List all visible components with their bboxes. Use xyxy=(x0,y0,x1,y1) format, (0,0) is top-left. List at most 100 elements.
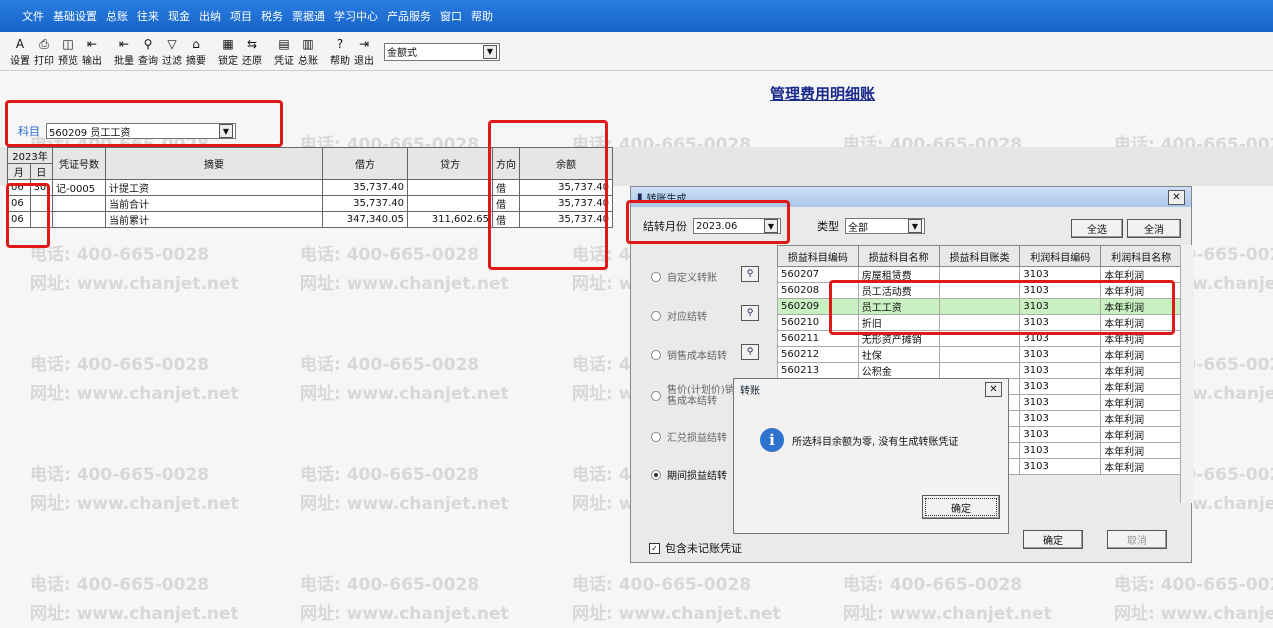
radio-button[interactable] xyxy=(651,431,661,442)
toolbar-button[interactable]: ▦ 锁定 xyxy=(216,37,240,67)
column-header[interactable]: 损益科目名称 xyxy=(857,245,940,267)
rows-highlight-box xyxy=(829,280,1175,335)
transfer-option-label: 销售成本结转 xyxy=(667,351,727,362)
toolbar-button-label: 过滤 xyxy=(162,55,182,67)
toolbar-button[interactable]: ⚲ 查询 xyxy=(136,37,160,67)
filter-icon: ▽ xyxy=(167,36,177,51)
cell-pname: 本年利润 xyxy=(1100,346,1182,363)
column-header[interactable]: 损益科目编码 xyxy=(777,245,859,267)
cell-pcode: 3103 xyxy=(1019,442,1102,459)
search-icon[interactable]: ⚲ xyxy=(741,344,759,360)
column-header[interactable]: 损益科目账类 xyxy=(938,245,1021,267)
transfer-option[interactable]: 期间损益结转 xyxy=(651,467,727,482)
message-box-title-bar: 转账 xyxy=(734,379,1008,399)
toolbar-button-label: 批量 xyxy=(114,55,134,67)
watermark-site: 网址: www.chanjet.net xyxy=(1114,604,1273,624)
cell-name: 社保 xyxy=(857,346,940,363)
toolbar-button-label: 摘要 xyxy=(186,55,206,67)
toolbar-button[interactable]: A 设置 xyxy=(8,37,32,67)
menu-item[interactable]: 文件 xyxy=(22,8,44,24)
search-icon[interactable]: ⚲ xyxy=(741,305,759,321)
watermark-phone: 电话: 400-665-0028 xyxy=(843,575,1023,595)
print-icon: ⎙ xyxy=(39,36,49,51)
message-ok-button[interactable]: 确定 xyxy=(922,495,1000,519)
transfer-option[interactable]: 售价(计划价)销售成本结转 xyxy=(651,385,737,407)
transfer-option[interactable]: 汇兑损益结转 xyxy=(651,429,727,444)
radio-button[interactable] xyxy=(651,349,661,360)
column-header[interactable]: 利润科目编码 xyxy=(1019,245,1102,267)
radio-button[interactable] xyxy=(651,391,661,401)
cell-summary: 当前累计 xyxy=(105,211,323,228)
table-row[interactable]: 560212 社保 3103 本年利润 xyxy=(777,346,1182,363)
transfer-option[interactable]: 自定义转账 xyxy=(651,269,717,284)
ok-button[interactable]: 确定 xyxy=(1023,530,1083,549)
cell-voucher xyxy=(52,211,106,228)
cell-voucher xyxy=(52,195,106,212)
month-header: 月 xyxy=(7,163,31,180)
toolbar: A 设置 ⎙ 打印 ◫ 预览 ⇤ 输出 ⇤ 批量 ⚲ 查询 ▽ 过滤 ⌂ 摘要 ▦ 锁定 ⇆ 还原 ▤ 凭证 ▥ 总账? 帮助 ⇥… xyxy=(0,33,1273,71)
watermark-site: 网址: www.chanjet.net xyxy=(300,494,509,514)
toolbar-button[interactable]: ◫ 预览 xyxy=(56,37,80,67)
toolbar-button[interactable]: ? 帮助 xyxy=(328,37,352,67)
close-icon[interactable]: ✕ xyxy=(1168,190,1185,205)
toolbar-button[interactable]: ⇆ 还原 xyxy=(240,37,264,67)
radio-button[interactable] xyxy=(651,469,661,480)
type-select-value: 全部 xyxy=(848,222,868,234)
transfer-option[interactable]: 销售成本结转 xyxy=(651,347,727,362)
toolbar-button[interactable]: ⇤ 批量 xyxy=(112,37,136,67)
type-select[interactable]: 全部 ▼ xyxy=(845,218,925,234)
toolbar-button[interactable]: ⎙ 打印 xyxy=(32,37,56,67)
export-icon: ⇤ xyxy=(86,36,98,51)
transfer-option-label: 汇兑损益结转 xyxy=(667,433,727,444)
preview-icon: ◫ xyxy=(62,36,74,51)
format-select[interactable]: 金额式 ▼ xyxy=(384,42,500,61)
toolbar-button[interactable]: ▤ 凭证 xyxy=(272,37,296,67)
menu-item[interactable]: 基础设置 xyxy=(53,8,97,24)
menu-item[interactable]: 窗口 xyxy=(440,8,462,24)
close-icon[interactable]: ✕ xyxy=(985,382,1002,397)
summary-header: 摘要 xyxy=(105,147,323,180)
select-all-button[interactable]: 全选 xyxy=(1071,219,1123,238)
watermark-phone: 电话: 400-665-0028 xyxy=(30,465,210,485)
radio-button[interactable] xyxy=(651,271,661,282)
menu-item[interactable]: 税务 xyxy=(261,8,283,24)
toolbar-button-label: 锁定 xyxy=(218,55,238,67)
menu-item[interactable]: 产品服务 xyxy=(387,8,431,24)
menu-item[interactable]: 票据通 xyxy=(292,8,325,24)
clear-all-button[interactable]: 全消 xyxy=(1127,219,1181,238)
menu-item[interactable]: 帮助 xyxy=(471,8,493,24)
transfer-option[interactable]: 对应结转 xyxy=(651,308,707,323)
menu-item[interactable]: 总账 xyxy=(106,8,128,24)
search-icon[interactable]: ⚲ xyxy=(741,266,759,282)
cell-credit: 311,602.65 xyxy=(407,211,493,228)
menu-item[interactable]: 往来 xyxy=(137,8,159,24)
include-unposted-checkbox[interactable]: ✓ xyxy=(649,542,660,554)
menu-item[interactable]: 出纳 xyxy=(199,8,221,24)
toolbar-button-label: 帮助 xyxy=(330,55,350,67)
watermark-site: 网址: www.chanjet.net xyxy=(30,274,239,294)
toolbar-button-label: 退出 xyxy=(354,55,374,67)
watermark-phone: 电话: 400-665-0028 xyxy=(30,575,210,595)
month-highlight-box xyxy=(626,200,790,244)
vertical-scrollbar[interactable] xyxy=(1180,245,1194,503)
menu-item[interactable]: 项目 xyxy=(230,8,252,24)
column-header[interactable]: 利润科目名称 xyxy=(1100,245,1182,267)
toolbar-button[interactable]: ⇥ 退出 xyxy=(352,37,376,67)
toolbar-button[interactable]: ▥ 总账 xyxy=(296,37,320,67)
table-row[interactable]: 560213 公积金 3103 本年利润 xyxy=(777,362,1182,379)
menu-bar: 文件 基础设置 总账 往来 现金 出纳 项目 税务 票据通 学习中心 产品服务 窗口 帮助 xyxy=(0,0,1273,32)
watermark-site: 网址: www.chanjet.net xyxy=(300,604,509,624)
cell-pname: 本年利润 xyxy=(1100,442,1182,459)
toolbar-button[interactable]: ⇤ 输出 xyxy=(80,37,104,67)
cancel-button[interactable]: 取消 xyxy=(1107,530,1167,549)
cell-pcode: 3103 xyxy=(1019,362,1102,379)
toolbar-button[interactable]: ▽ 过滤 xyxy=(160,37,184,67)
cell-pcode: 3103 xyxy=(1019,378,1102,395)
chevron-down-icon: ▼ xyxy=(908,219,922,233)
menu-item[interactable]: 现金 xyxy=(168,8,190,24)
watermark-site: 网址: www.chanjet.net xyxy=(843,604,1052,624)
watermark-phone: 电话: 400-665-0028 xyxy=(572,575,752,595)
toolbar-button[interactable]: ⌂ 摘要 xyxy=(184,37,208,67)
menu-item[interactable]: 学习中心 xyxy=(334,8,378,24)
radio-button[interactable] xyxy=(651,310,661,321)
